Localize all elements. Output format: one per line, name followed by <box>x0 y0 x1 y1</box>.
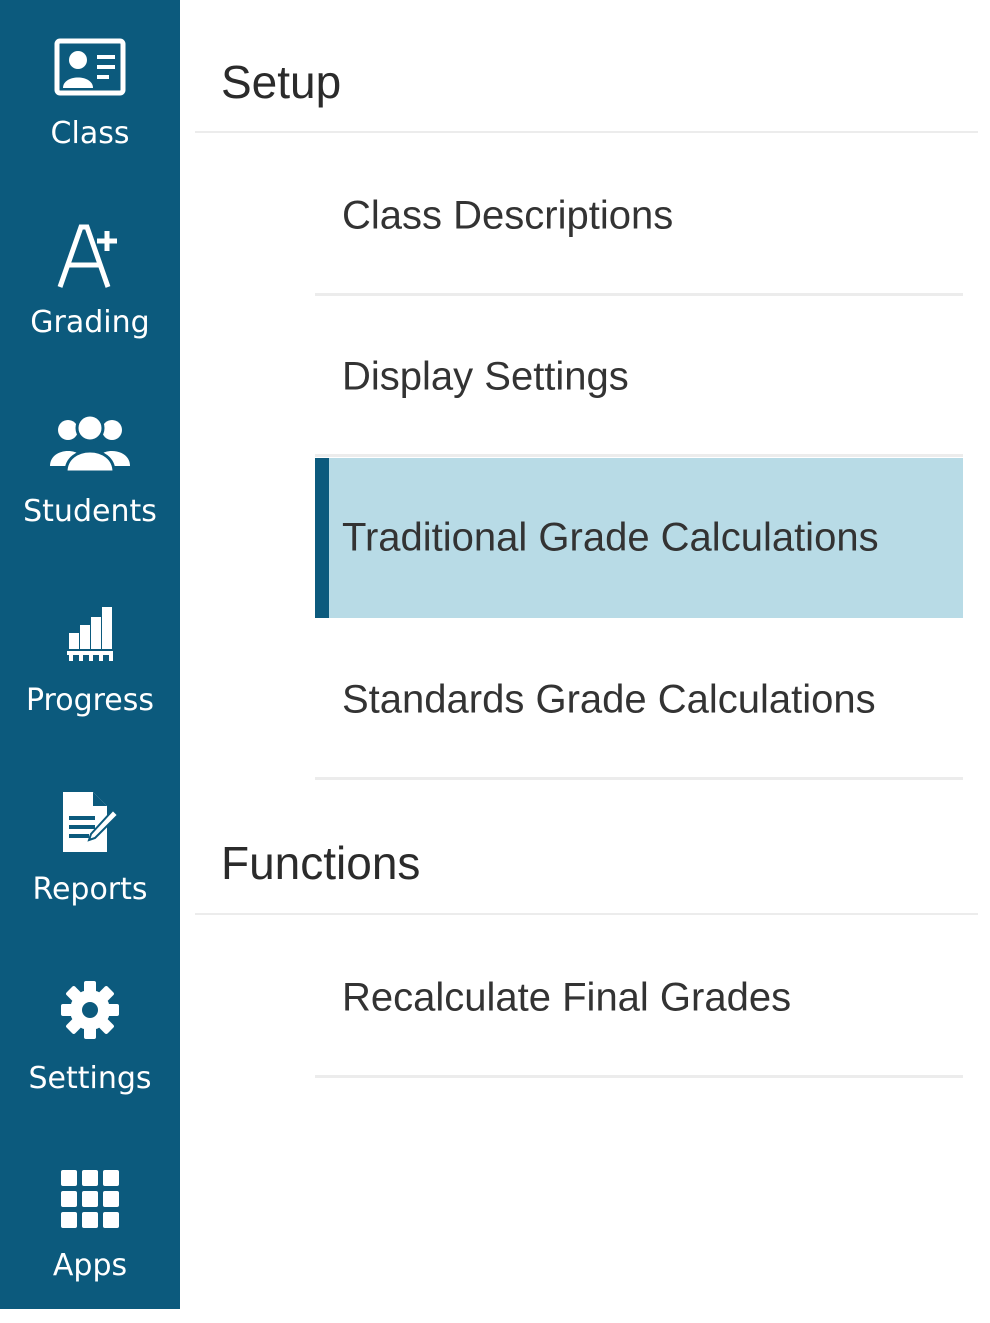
sidebar-item-label: Apps <box>52 1248 128 1283</box>
item-divider <box>315 1075 963 1078</box>
gear-icon <box>61 981 119 1039</box>
item-divider <box>315 293 963 296</box>
menu-item-traditional-grade-calculations[interactable]: Traditional Grade Calculations <box>315 458 963 618</box>
class-card-icon <box>54 38 126 96</box>
sidebar-item-students[interactable]: Students <box>0 378 180 567</box>
menu-item-class-descriptions[interactable]: Class Descriptions <box>315 136 963 296</box>
sidebar-item-class[interactable]: Class <box>0 0 180 189</box>
sidebar-item-apps[interactable]: Apps <box>0 1134 180 1323</box>
menu-item-standards-grade-calculations[interactable]: Standards Grade Calculations <box>315 620 963 780</box>
menu-item-label: Display Settings <box>342 354 629 399</box>
menu-item-label: Traditional Grade Calculations <box>342 515 879 560</box>
menu-item-label: Recalculate Final Grades <box>342 975 792 1020</box>
item-divider <box>315 777 963 780</box>
progress-chart-icon <box>67 607 113 661</box>
sidebar-item-settings[interactable]: Settings <box>0 945 180 1134</box>
main-content: Setup Class Descriptions Display Setting… <box>180 0 990 1309</box>
students-group-icon <box>50 414 130 474</box>
sidebar-nav: Class Grading Students Progress Reports … <box>0 0 180 1309</box>
sidebar-item-label: Reports <box>32 872 148 907</box>
menu-item-recalculate-final-grades[interactable]: Recalculate Final Grades <box>315 918 963 1078</box>
sidebar-item-label: Progress <box>25 683 155 718</box>
section-title-functions: Functions <box>221 837 421 889</box>
apps-grid-icon <box>61 1170 119 1228</box>
sidebar-item-label: Class <box>50 116 130 151</box>
menu-item-label: Standards Grade Calculations <box>342 677 876 722</box>
sidebar-item-progress[interactable]: Progress <box>0 567 180 756</box>
sidebar-item-label: Grading <box>30 305 150 340</box>
section-title-setup: Setup <box>221 56 342 108</box>
sidebar-item-label: Settings <box>28 1061 152 1096</box>
active-indicator <box>315 458 329 618</box>
section-divider <box>195 913 978 915</box>
menu-item-label: Class Descriptions <box>342 193 674 238</box>
sidebar-item-label: Students <box>23 494 157 529</box>
sidebar-item-reports[interactable]: Reports <box>0 756 180 945</box>
menu-item-display-settings[interactable]: Display Settings <box>315 297 963 457</box>
item-divider <box>315 454 963 457</box>
a-plus-icon <box>57 224 117 288</box>
report-document-icon <box>63 792 119 852</box>
sidebar-item-grading[interactable]: Grading <box>0 189 180 378</box>
section-divider <box>195 131 978 133</box>
